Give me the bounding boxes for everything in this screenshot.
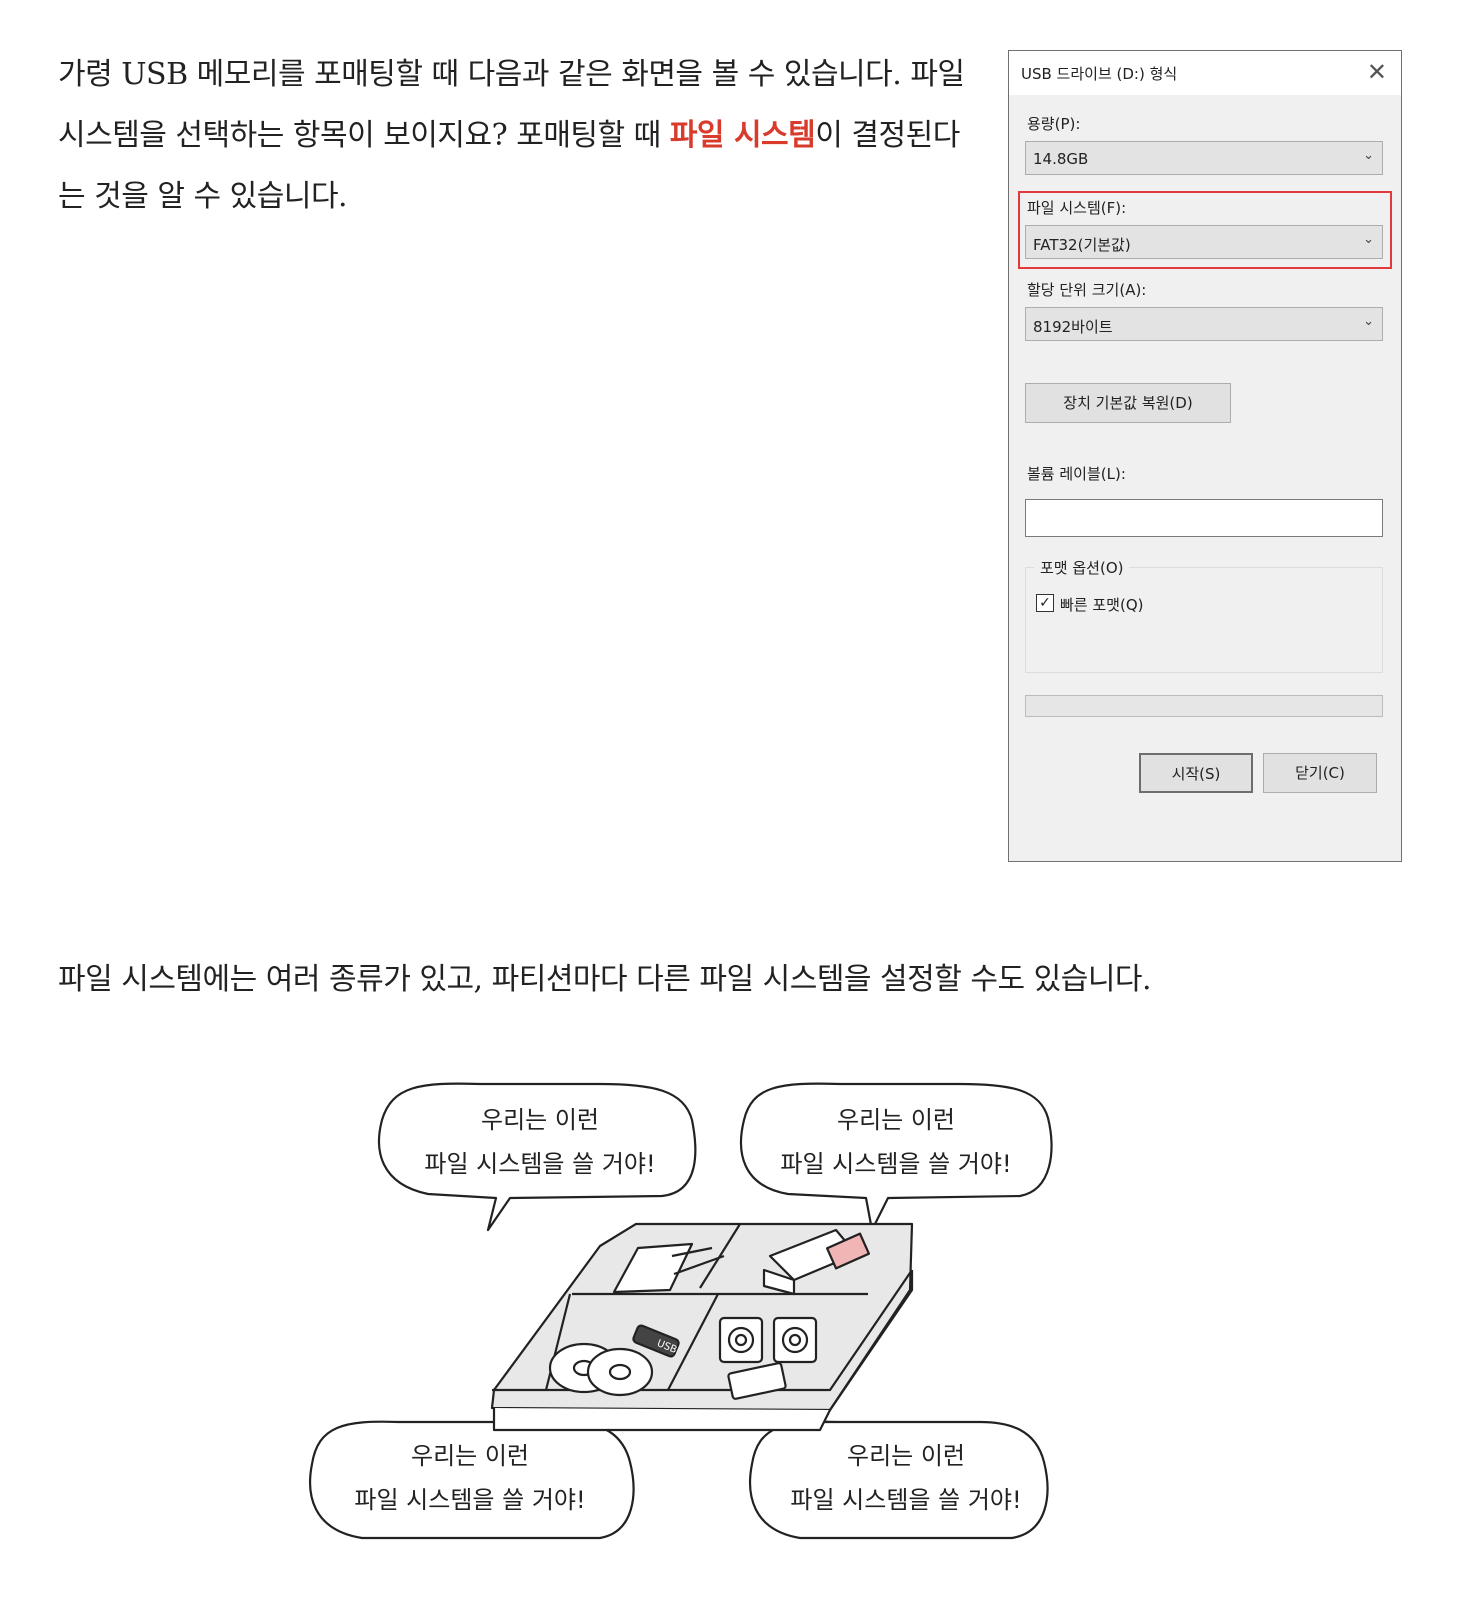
file-system-label: 파일 시스템(F):: [1027, 199, 1127, 217]
dialog-titlebar: USB 드라이브 (D:) 형식 ✕: [1009, 51, 1401, 95]
capacity-select[interactable]: 14.8GB ⌄: [1025, 141, 1383, 175]
bubble-text-1: 우리는 이런 파일 시스템을 쓸 거야!: [410, 1098, 670, 1186]
allocation-size-select[interactable]: 8192바이트 ⌄: [1025, 307, 1383, 341]
quick-format-label: 빠른 포맷(Q): [1060, 596, 1144, 614]
bubble-4-line1: 우리는 이런: [846, 1442, 966, 1470]
format-dialog: USB 드라이브 (D:) 형식 ✕ 용량(P): 14.8GB ⌄ 파일 시스…: [1008, 50, 1402, 862]
chevron-down-icon: ⌄: [1363, 314, 1374, 329]
bubble-text-3: 우리는 이런 파일 시스템을 쓸 거야!: [340, 1434, 600, 1522]
bubble-text-2: 우리는 이런 파일 시스템을 쓸 거야!: [766, 1098, 1026, 1186]
allocation-size-label: 할당 단위 크기(A):: [1027, 281, 1147, 299]
bubble-2-line2: 파일 시스템을 쓸 거야!: [780, 1150, 1012, 1178]
chevron-down-icon: ⌄: [1363, 148, 1374, 163]
close-icon[interactable]: ✕: [1367, 58, 1387, 86]
intro-paragraph: 가령 USB 메모리를 포매팅할 때 다음과 같은 화면을 볼 수 있습니다. …: [58, 44, 978, 227]
format-options-title: 포맷 옵션(O): [1034, 557, 1130, 578]
capacity-label: 용량(P):: [1027, 115, 1081, 133]
file-system-value: FAT32(기본값): [1033, 236, 1131, 254]
bubble-3-line1: 우리는 이런: [410, 1442, 530, 1470]
file-system-select[interactable]: FAT32(기본값) ⌄: [1025, 225, 1383, 259]
format-options-group: 포맷 옵션(O) ✓ 빠른 포맷(Q): [1025, 557, 1383, 673]
allocation-size-value: 8192바이트: [1033, 318, 1113, 336]
partition-illustration: USB 우리는 이런 파일 시스템을 쓸 거야! 우리는 이런 파일 시스템을 …: [300, 1080, 1140, 1580]
restore-defaults-button[interactable]: 장치 기본값 복원(D): [1025, 383, 1231, 423]
dialog-title: USB 드라이브 (D:) 형식: [1021, 65, 1178, 83]
chevron-down-icon: ⌄: [1363, 232, 1374, 247]
second-paragraph: 파일 시스템에는 여러 종류가 있고, 파티션마다 다른 파일 시스템을 설정할…: [58, 962, 1152, 997]
close-button[interactable]: 닫기(C): [1263, 753, 1377, 793]
quick-format-checkbox[interactable]: ✓: [1036, 594, 1054, 612]
bubble-2-line1: 우리는 이런: [836, 1106, 956, 1134]
volume-label-label: 볼륨 레이블(L):: [1027, 465, 1126, 483]
start-button[interactable]: 시작(S): [1139, 753, 1253, 793]
bubble-1-line1: 우리는 이런: [480, 1106, 600, 1134]
bubble-4-line2: 파일 시스템을 쓸 거야!: [790, 1486, 1022, 1514]
capacity-value: 14.8GB: [1033, 150, 1089, 168]
bubble-1-line2: 파일 시스템을 쓸 거야!: [424, 1150, 656, 1178]
bubble-text-4: 우리는 이런 파일 시스템을 쓸 거야!: [776, 1434, 1036, 1522]
volume-label-input[interactable]: [1025, 499, 1383, 537]
progress-bar: [1025, 695, 1383, 717]
bubble-3-line2: 파일 시스템을 쓸 거야!: [354, 1486, 586, 1514]
highlight-file-system: 파일 시스템: [669, 118, 816, 153]
